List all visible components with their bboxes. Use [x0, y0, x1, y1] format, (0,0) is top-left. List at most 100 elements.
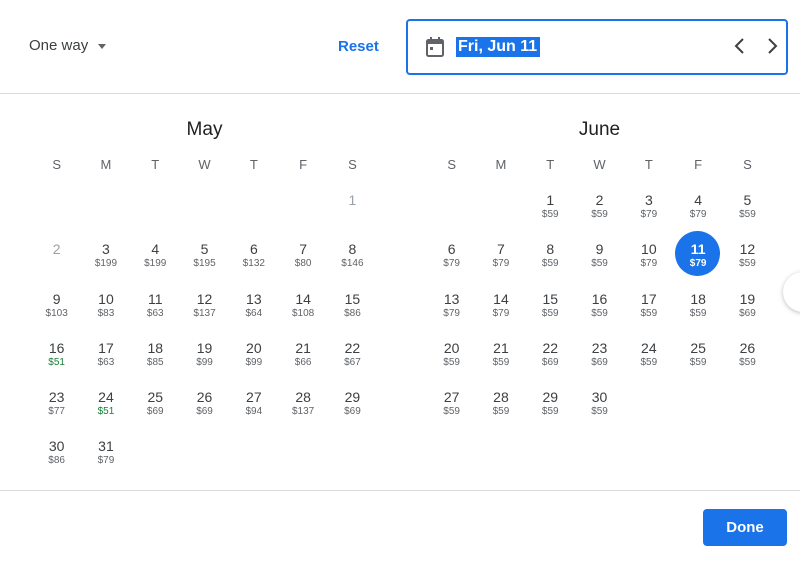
- day-cell[interactable]: 8 $146: [328, 236, 377, 285]
- weekday-label: W: [198, 157, 211, 172]
- reset-button[interactable]: Reset: [338, 38, 379, 55]
- day-cell[interactable]: 3 $199: [81, 236, 130, 285]
- day-price: $59: [591, 258, 608, 270]
- day-cell-selected[interactable]: 11 $79: [673, 231, 722, 285]
- day-price: $79: [97, 455, 115, 467]
- day-cell[interactable]: 9 $103: [32, 286, 81, 335]
- day-cell[interactable]: 25 $59: [673, 335, 722, 384]
- day-price: $137: [193, 307, 216, 319]
- day-number: 4: [151, 241, 160, 258]
- day-number: 10: [641, 241, 657, 258]
- day-price: $83: [97, 307, 115, 319]
- day-cell[interactable]: 27 $59: [427, 384, 476, 433]
- day-cell[interactable]: 18 $59: [673, 286, 722, 335]
- day-cell[interactable]: 14 $108: [278, 286, 327, 335]
- day-cell[interactable]: 26 $59: [723, 335, 772, 384]
- day-cell[interactable]: 8 $59: [526, 236, 575, 285]
- day-cell[interactable]: 29 $59: [526, 384, 575, 433]
- day-number: 22: [344, 339, 361, 356]
- day-cell[interactable]: 22 $67: [328, 335, 377, 384]
- day-price: $67: [344, 356, 361, 368]
- day-cell[interactable]: 19 $99: [180, 335, 229, 384]
- scroll-next-tab[interactable]: [783, 272, 800, 312]
- day-cell[interactable]: 22 $69: [526, 335, 575, 384]
- day-cell[interactable]: 15 $59: [526, 286, 575, 335]
- day-cell[interactable]: 19 $69: [723, 286, 772, 335]
- day-cell[interactable]: 11 $63: [131, 286, 180, 335]
- day-cell[interactable]: 2 $59: [575, 187, 624, 236]
- selected-date-text[interactable]: Fri, Jun 11: [456, 37, 541, 57]
- day-cell[interactable]: 6 $132: [229, 236, 278, 285]
- day-cell[interactable]: 20 $59: [427, 335, 476, 384]
- day-cell[interactable]: 23 $77: [32, 384, 81, 433]
- day-cell[interactable]: 12 $137: [180, 286, 229, 335]
- day-cell[interactable]: 2: [32, 236, 81, 285]
- day-cell[interactable]: 5 $195: [180, 236, 229, 285]
- day-cell[interactable]: 29 $69: [328, 384, 377, 433]
- weekday-label: W: [593, 157, 606, 172]
- day-price: $99: [245, 356, 263, 368]
- day-cell[interactable]: 30 $59: [575, 384, 624, 433]
- day-price: $69: [196, 406, 213, 418]
- day-cell[interactable]: 26 $69: [180, 384, 229, 433]
- caret-down-icon: [98, 44, 107, 49]
- day-cell[interactable]: 27 $94: [229, 384, 278, 433]
- day-cell[interactable]: 14 $79: [476, 286, 525, 335]
- day-cell[interactable]: 13 $79: [427, 286, 476, 335]
- day-cell[interactable]: 23 $69: [575, 335, 624, 384]
- empty-cell: [81, 187, 130, 236]
- day-price: $103: [45, 307, 68, 319]
- empty-cell: [32, 187, 81, 236]
- day-cell[interactable]: 24 $59: [624, 335, 673, 384]
- day-number: 13: [443, 290, 460, 307]
- day-price: $79: [689, 209, 707, 220]
- day-cell[interactable]: 7 $79: [476, 236, 525, 285]
- day-cell[interactable]: 12 $59: [723, 236, 772, 285]
- day-cell[interactable]: 30 $86: [32, 433, 81, 482]
- day-cell[interactable]: 15 $86: [328, 286, 377, 335]
- day-number: 11: [690, 241, 706, 258]
- day-cell[interactable]: 6 $79: [427, 236, 476, 285]
- day-cell[interactable]: 1 $59: [526, 187, 575, 236]
- weekday-label: S: [447, 157, 456, 172]
- day-price: $99: [196, 356, 213, 368]
- day-cell[interactable]: 31 $79: [81, 433, 130, 482]
- day-cell[interactable]: 1: [328, 187, 377, 236]
- day-cell[interactable]: 10 $83: [81, 286, 130, 335]
- day-cell[interactable]: 10 $79: [624, 236, 673, 285]
- day-price: $86: [344, 307, 361, 319]
- trip-type-dropdown[interactable]: One way: [29, 37, 107, 54]
- day-cell[interactable]: 3 $79: [624, 187, 673, 236]
- day-cell[interactable]: 17 $63: [81, 335, 130, 384]
- day-cell[interactable]: 13 $64: [229, 286, 278, 335]
- day-cell[interactable]: 16 $59: [575, 286, 624, 335]
- day-cell[interactable]: 18 $85: [131, 335, 180, 384]
- day-cell[interactable]: 25 $69: [131, 384, 180, 433]
- day-cell[interactable]: 20 $99: [229, 335, 278, 384]
- day-cell[interactable]: 16 $51: [32, 335, 81, 384]
- day-cell[interactable]: 21 $59: [476, 335, 525, 384]
- day-cell[interactable]: 17 $59: [624, 286, 673, 335]
- weekday-label: F: [299, 157, 308, 172]
- chevron-right-icon[interactable]: [761, 35, 783, 57]
- done-button[interactable]: Done: [703, 509, 787, 546]
- day-cell[interactable]: 7 $80: [278, 236, 327, 285]
- weekday-label: S: [52, 157, 61, 172]
- departure-date-field[interactable]: Fri, Jun 11: [406, 19, 788, 75]
- day-number: 9: [52, 290, 61, 307]
- day-cell[interactable]: 21 $66: [278, 335, 327, 384]
- day-cell[interactable]: 5 $59: [723, 187, 772, 236]
- weekday-header: S M T W T F S: [427, 157, 772, 184]
- day-cell[interactable]: 28 $137: [278, 384, 327, 433]
- day-number: 28: [493, 389, 509, 406]
- day-cell[interactable]: 9 $59: [575, 236, 624, 285]
- day-price: $85: [146, 356, 164, 368]
- day-price: $59: [739, 258, 756, 270]
- day-cell[interactable]: 28 $59: [476, 384, 525, 433]
- day-cell[interactable]: 4 $79: [673, 187, 722, 236]
- day-price: $59: [541, 406, 559, 418]
- day-cell[interactable]: 4 $199: [131, 236, 180, 285]
- day-cell[interactable]: 24 $51: [81, 384, 130, 433]
- calendar-icon: [426, 37, 444, 57]
- chevron-left-icon[interactable]: [729, 35, 751, 57]
